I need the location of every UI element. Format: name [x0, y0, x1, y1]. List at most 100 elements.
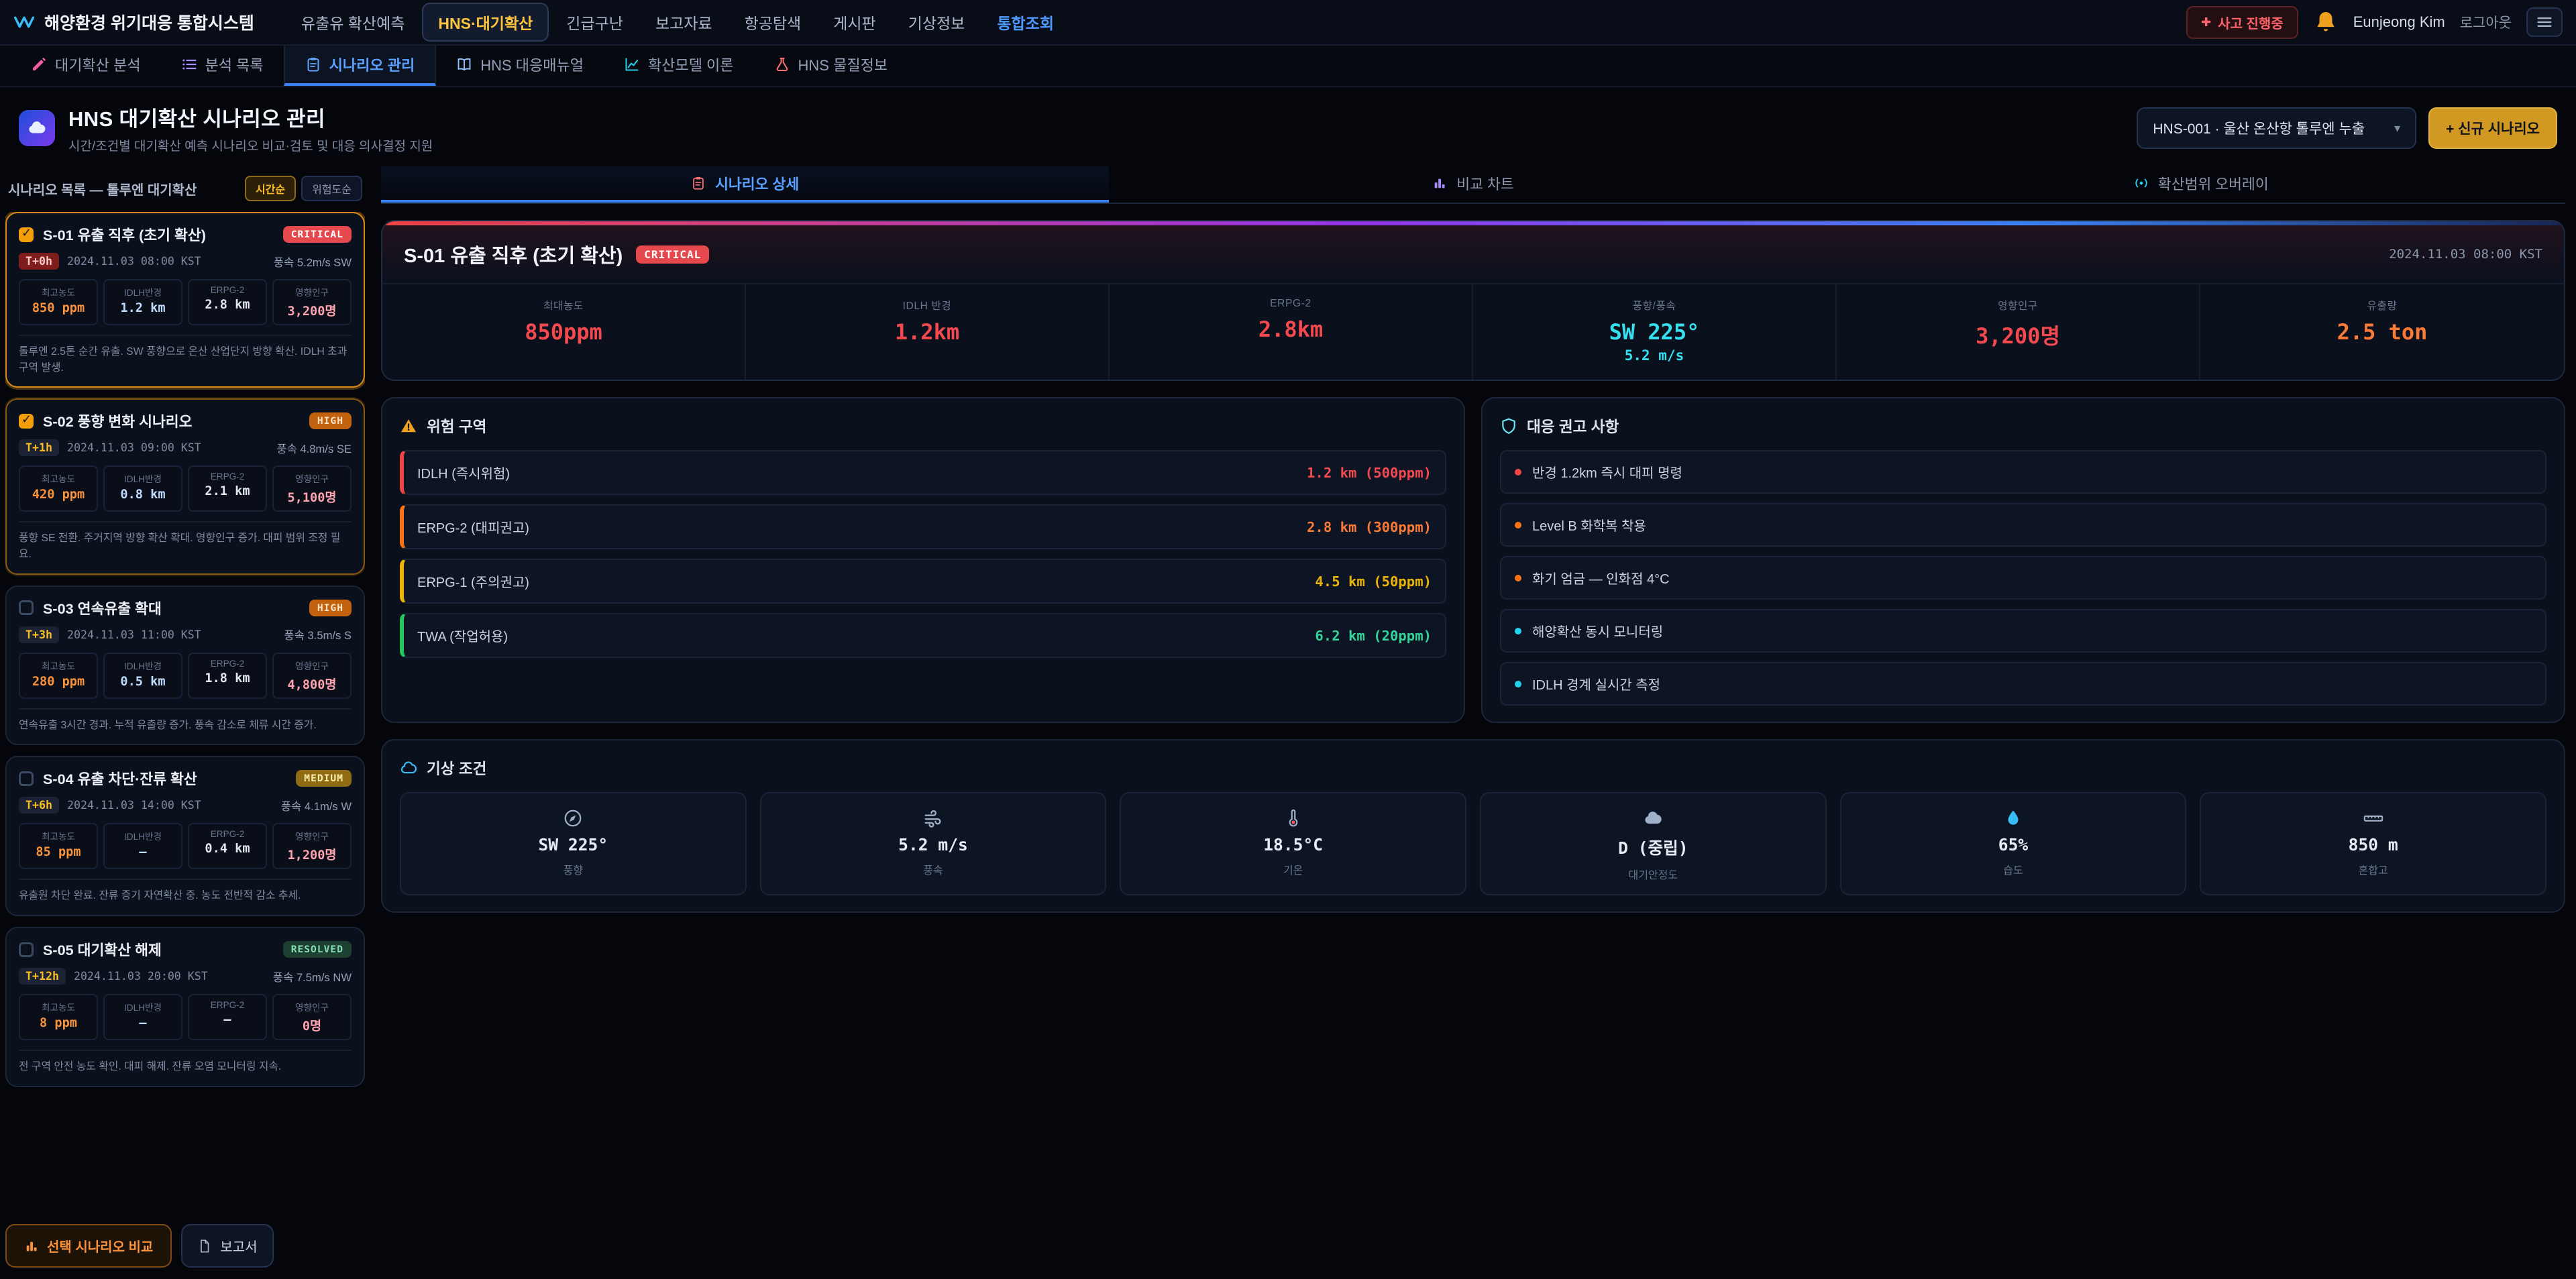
severity-badge: CRITICAL [636, 245, 709, 264]
metric-max-concentration: 최고농도 420 ppm [19, 465, 98, 512]
incident-select[interactable]: HNS-001 · 울산 온산항 톨루엔 누출 ▾ [2137, 107, 2416, 149]
nav-integrated-search[interactable]: 통합조회 [982, 4, 1069, 40]
metric-value: 2.8 km [192, 298, 263, 312]
metric-idlh-radius: IDLH반경 — [103, 823, 182, 869]
compare-button-label: 선택 시나리오 비교 [47, 1236, 153, 1256]
scenario-card[interactable]: S-03 연속유출 확대 HIGH T+3h 2024.11.03 11:00 … [5, 586, 365, 746]
nav-weather-info[interactable]: 기상정보 [894, 4, 980, 40]
severity-badge: HIGH [309, 600, 352, 616]
tab-diffusion-model-theory[interactable]: 확산모델 이론 [604, 46, 754, 86]
recommendation-row: IDLH 경계 실시간 측정 [1500, 662, 2546, 706]
scenario-meta: T+3h 2024.11.03 11:00 KST 풍속 3.5m/s S [19, 626, 352, 643]
nav-emergency-rescue[interactable]: 긴급구난 [551, 4, 638, 40]
recommendation-text: 해양확산 동시 모니터링 [1532, 621, 1663, 641]
sort-by-risk[interactable]: 위험도순 [301, 176, 362, 201]
main-panel: 시나리오 상세 비교 차트 확산범위 오버레이 S-01 유출 직후 (초기 확… [381, 166, 2565, 1278]
time-offset-badge: T+12h [19, 968, 66, 985]
scenario-sidebar: 시나리오 목록 — 톨루엔 대기확산 시간순 위험도순 S-01 유출 직후 (… [5, 166, 365, 1278]
scenario-title: S-03 연속유출 확대 [43, 598, 300, 618]
nav-aerial-search[interactable]: 항공탐색 [730, 4, 816, 40]
metric-value: 4,800명 [276, 675, 347, 693]
sort-by-time[interactable]: 시간순 [245, 176, 296, 201]
report-button[interactable]: 보고서 [181, 1224, 273, 1268]
sub-navigation: 대기확산 분석 분석 목록 시나리오 관리 HNS 대응매뉴얼 확산모델 이론 … [0, 46, 2576, 87]
incident-status-badge[interactable]: ✚ 사고 진행중 [2186, 6, 2298, 39]
nav-reports[interactable]: 보고자료 [641, 4, 727, 40]
metric-label: 영향인구 [276, 829, 347, 842]
metric-value: 5,100명 [276, 488, 347, 506]
tab-scenario-detail[interactable]: 시나리오 상세 [381, 166, 1109, 203]
scenario-wind: 풍속 3.5m/s S [284, 626, 352, 643]
metric-erpg2: ERPG-2 0.4 km [188, 823, 267, 869]
metric-label: ERPG-2 [192, 471, 263, 482]
weather-value: SW 225° [539, 835, 608, 854]
metric-idlh-radius: IDLH 반경 1.2km [746, 284, 1110, 380]
tab-diffusion-analysis[interactable]: 대기확산 분석 [11, 46, 161, 86]
tab-label: 시나리오 상세 [715, 173, 799, 194]
page-subtitle: 시간/조건별 대기확산 예측 시나리오 비교·검토 및 대응 의사결정 지원 [68, 136, 433, 154]
scenario-card[interactable]: S-02 풍향 변화 시나리오 HIGH T+1h 2024.11.03 09:… [5, 398, 365, 574]
scenario-card-header: S-03 연속유출 확대 HIGH [19, 598, 352, 618]
zone-value: 6.2 km (20ppm) [1315, 628, 1432, 644]
metric-label: IDLH반경 [107, 285, 178, 298]
scenario-title: S-01 유출 직후 (초기 확산) [43, 224, 274, 245]
droplet-icon [2003, 808, 2023, 828]
tab-diffusion-overlay[interactable]: 확산범위 오버레이 [1837, 166, 2565, 203]
scenario-checkbox[interactable] [19, 771, 34, 786]
weather-label: 혼합고 [2359, 861, 2388, 877]
scenario-datetime: 2024.11.03 11:00 KST [67, 628, 201, 641]
scenario-description: 유출원 차단 완료. 잔류 증기 자연확산 중. 농도 전반적 감소 추세. [19, 879, 352, 904]
metric-label: 최고농도 [23, 471, 94, 485]
recommendation-row: 반경 1.2km 즉시 대피 명령 [1500, 450, 2546, 494]
nav-oil-spill-prediction[interactable]: 유출유 확산예측 [286, 4, 420, 40]
scenario-title: S-04 유출 차단·잔류 확산 [43, 768, 286, 789]
metric-wind: 풍향/풍속 SW 225° 5.2 m/s [1473, 284, 1837, 380]
weather-panel-header: 기상 조건 [400, 757, 2546, 779]
tab-scenario-management[interactable]: 시나리오 관리 [284, 46, 437, 86]
logo-icon [13, 11, 35, 33]
scenario-checkbox[interactable] [19, 414, 34, 429]
time-offset-badge: T+3h [19, 626, 59, 643]
metric-label: 최고농도 [23, 829, 94, 842]
hazard-zone-list: IDLH (즉시위험) 1.2 km (500ppm) ERPG-2 (대피권고… [400, 450, 1446, 658]
nav-hns-diffusion[interactable]: HNS·대기확산 [422, 3, 549, 42]
tab-analysis-list[interactable]: 분석 목록 [161, 46, 284, 86]
scenario-card[interactable]: S-04 유출 차단·잔류 확산 MEDIUM T+6h 2024.11.03 … [5, 756, 365, 916]
scenario-checkbox[interactable] [19, 227, 34, 242]
recommendation-row: 해양확산 동시 모니터링 [1500, 609, 2546, 653]
hazard-zone-row: ERPG-1 (주의권고) 4.5 km (50ppm) [400, 559, 1446, 604]
zone-value: 1.2 km (500ppm) [1307, 465, 1432, 481]
page-title-block: HNS 대기확산 시나리오 관리 시간/조건별 대기확산 예측 시나리오 비교·… [68, 102, 433, 154]
metric-value: 1.2 km [107, 301, 178, 315]
tab-hns-substance-info[interactable]: HNS 물질정보 [754, 46, 908, 86]
sort-controls: 시간순 위험도순 [245, 176, 362, 201]
scenario-metrics: 최고농도 8 ppm IDLH반경 — ERPG-2 — [19, 994, 352, 1040]
subtab-label: 확산모델 이론 [648, 54, 734, 75]
thermometer-icon [1283, 808, 1303, 828]
metric-erpg2: ERPG-2 1.8 km [188, 653, 267, 699]
scenario-datetime: 2024.11.03 08:00 KST [67, 255, 201, 268]
notifications-button[interactable] [2313, 9, 2339, 35]
menu-button[interactable] [2526, 7, 2563, 37]
zone-name: TWA (작업허용) [417, 626, 508, 645]
weather-label: 습도 [2003, 861, 2023, 877]
subtab-label: 시나리오 관리 [329, 54, 415, 75]
scenario-card[interactable]: S-05 대기확산 해제 RESOLVED T+12h 2024.11.03 2… [5, 927, 365, 1087]
metric-label: 최대농도 [390, 298, 737, 313]
scenario-card[interactable]: S-01 유출 직후 (초기 확산) CRITICAL T+0h 2024.11… [5, 212, 365, 388]
scenario-checkbox[interactable] [19, 942, 34, 957]
scenario-checkbox[interactable] [19, 600, 34, 615]
app-logo[interactable]: 해양환경 위기대응 통합시스템 [13, 10, 254, 34]
zone-name: ERPG-1 (주의권고) [417, 571, 529, 591]
new-scenario-button[interactable]: + 신규 시나리오 [2428, 107, 2557, 149]
tab-compare-chart[interactable]: 비교 차트 [1109, 166, 1837, 203]
metric-idlh-radius: IDLH반경 — [103, 994, 182, 1040]
nav-board[interactable]: 게시판 [818, 4, 890, 40]
tab-hns-manual[interactable]: HNS 대응매뉴얼 [436, 46, 604, 86]
logout-button[interactable]: 로그아웃 [2460, 12, 2512, 32]
compare-scenarios-button[interactable]: 선택 시나리오 비교 [5, 1224, 172, 1268]
scenario-metrics: 최고농도 280 ppm IDLH반경 0.5 km ERPG-2 1.8 km [19, 653, 352, 699]
weather-label: 대기안정도 [1629, 866, 1678, 882]
main-tabs: 시나리오 상세 비교 차트 확산범위 오버레이 [381, 166, 2565, 204]
panels-row: 위험 구역 IDLH (즉시위험) 1.2 km (500ppm) ERPG-2… [381, 397, 2565, 723]
